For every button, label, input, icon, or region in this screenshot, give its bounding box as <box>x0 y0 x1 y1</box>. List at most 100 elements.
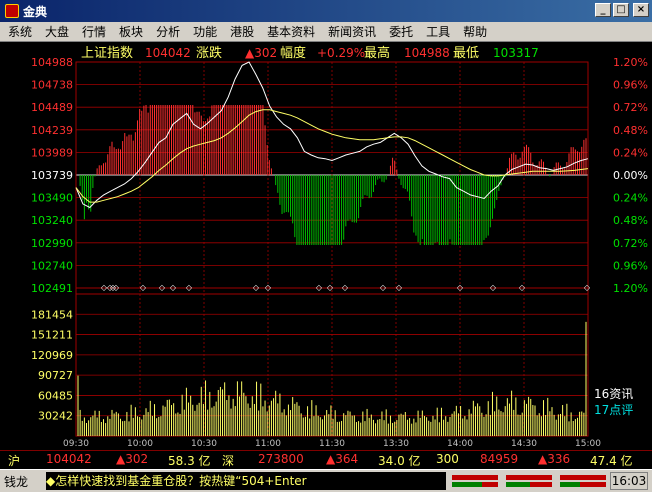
sz-price: 273800 <box>258 452 304 466</box>
time-tick-label: 11:30 <box>319 439 345 449</box>
menu-tools[interactable]: 工具 <box>418 23 455 40</box>
intraday-chart[interactable]: 上证指数 104042 涨跌 ▲302 幅度 +0.29% 最高 104988 … <box>0 42 652 450</box>
price-tick-label: 103989 <box>31 146 73 159</box>
high-label: 最高 <box>364 45 390 61</box>
volume-tick-label: 151211 <box>31 329 73 342</box>
event-marker: ◇ <box>327 283 334 292</box>
news-count[interactable]: 16资讯 <box>594 387 633 401</box>
index-change: ▲302 <box>245 46 277 60</box>
close-button[interactable]: × <box>633 3 649 17</box>
price-tick-label: 104988 <box>31 56 73 69</box>
menu-fundamentals[interactable]: 基本资料 <box>259 23 320 40</box>
menu-news[interactable]: 新闻资讯 <box>320 23 381 40</box>
price-tick-label: 103739 <box>31 169 73 182</box>
event-marker: ◇ <box>159 283 166 292</box>
index-price: 104042 <box>145 46 191 60</box>
event-marker: ◇ <box>457 283 464 292</box>
event-marker: ◇ <box>490 283 497 292</box>
pct-tick-label: 0.24% <box>613 192 648 205</box>
index-low: 103317 <box>493 46 539 60</box>
event-marker: ◇ <box>380 283 387 292</box>
app-icon <box>5 4 19 18</box>
sz-amount: 34.0 亿 <box>378 454 421 468</box>
menu-trade[interactable]: 委托 <box>381 23 418 40</box>
time-tick-label: 14:30 <box>511 439 537 449</box>
menu-market[interactable]: 大盘 <box>37 23 74 40</box>
pct-tick-label: 0.96% <box>613 79 648 92</box>
price-tick-label: 102990 <box>31 237 73 250</box>
event-marker: ◇ <box>316 283 323 292</box>
menu-hk-stocks[interactable]: 港股 <box>222 23 259 40</box>
window-title: 金典 <box>23 4 48 19</box>
change-label: 涨跌 <box>196 45 222 61</box>
time-tick-label: 15:00 <box>575 439 601 449</box>
volume-tick-label: 120969 <box>31 349 73 362</box>
price-tick-label: 103490 <box>31 192 73 205</box>
time-tick-label: 09:30 <box>63 439 89 449</box>
price-tick-label: 102740 <box>31 259 73 272</box>
sh-change: ▲302 <box>116 452 149 466</box>
c300-label: 300 <box>436 452 459 466</box>
sz-label: 深 <box>222 454 235 468</box>
event-marker: ◇ <box>265 283 272 292</box>
low-label: 最低 <box>453 46 479 61</box>
event-marker: ◇ <box>253 283 260 292</box>
event-marker: ◇ <box>519 283 526 292</box>
ticker-row: 钱龙 ◆怎样快速找到基金重仓股？按热键“504+Enter 16:03 <box>0 469 652 492</box>
time-tick-label: 13:30 <box>383 439 409 449</box>
maximize-button[interactable]: □ <box>613 3 629 17</box>
event-marker: ◇ <box>186 283 193 292</box>
pct-tick-label: 0.00% <box>613 169 648 182</box>
c300-price: 84959 <box>480 452 519 466</box>
menu-system[interactable]: 系统 <box>0 23 37 40</box>
pct-tick-label: 0.48% <box>613 214 648 227</box>
c300-amount: 47.4 亿 <box>590 454 633 468</box>
pct-tick-label: 0.72% <box>613 101 648 114</box>
menu-functions[interactable]: 功能 <box>185 23 222 40</box>
pct-tick-label: 1.20% <box>613 56 648 69</box>
title-bar: 金典 _ □ × <box>0 0 652 22</box>
price-tick-label: 103240 <box>31 214 73 227</box>
minimize-button[interactable]: _ <box>595 3 611 17</box>
sh-amount: 58.3 亿 <box>168 454 211 468</box>
price-tick-label: 104239 <box>31 124 73 137</box>
c300-change: ▲336 <box>538 452 571 466</box>
volume-axis-left: 181454 151211 120969 90727 60485 30242 <box>31 308 73 422</box>
time-tick-label: 10:30 <box>191 439 217 449</box>
menu-analysis[interactable]: 分析 <box>148 23 185 40</box>
time-tick-label: 10:00 <box>127 439 153 449</box>
news-ticker[interactable]: ◆怎样快速找到基金重仓股？按热键“504+Enter <box>46 472 446 490</box>
pct-tick-label: 0.24% <box>613 146 648 159</box>
pct-tick-label: 1.20% <box>613 282 648 295</box>
breadth-indicators <box>452 475 606 487</box>
time-axis: 09:30 10:00 10:30 11:00 11:30 13:30 14:00 14:30… <box>63 439 601 449</box>
event-marker: ◇ <box>170 283 177 292</box>
status-row: 沪 104042 ▲302 58.3 亿 深 273800 ▲364 34.0 … <box>0 450 652 469</box>
index-name: 上证指数 <box>81 46 133 61</box>
price-tick-label: 104489 <box>31 101 73 114</box>
ticker-label: 钱龙 <box>4 475 29 489</box>
event-marker: ◇ <box>584 283 591 292</box>
event-marker: ◇ <box>140 283 147 292</box>
pct-axis-right: 1.20% 0.96% 0.72% 0.48% 0.24% 0.00% 0.24% 0.48%… <box>613 56 648 295</box>
volume-tick-label: 60485 <box>38 389 73 402</box>
price-axis-left: 104988 104738 104489 104239 103989 103739 1034… <box>31 56 73 295</box>
menu-sectors[interactable]: 板块 <box>111 23 148 40</box>
chart-header: 上证指数 104042 涨跌 ▲302 幅度 +0.29% 最高 104988 … <box>81 45 539 61</box>
volume-tick-label: 90727 <box>38 369 73 382</box>
pct-tick-label: 0.72% <box>613 237 648 250</box>
time-tick-label: 14:00 <box>447 439 473 449</box>
menu-bar: 系统 大盘 行情 板块 分析 功能 港股 基本资料 新闻资讯 委托 工具 帮助 <box>0 22 652 42</box>
sh-price: 104042 <box>46 452 92 466</box>
price-tick-label: 104738 <box>31 79 73 92</box>
time-tick-label: 11:00 <box>255 439 281 449</box>
clock: 16:03 <box>610 472 648 490</box>
comments-count[interactable]: 17点评 <box>594 403 633 417</box>
sh-label: 沪 <box>8 454 21 468</box>
event-marker: ◇ <box>396 283 403 292</box>
event-marker: ◇ <box>113 283 120 292</box>
event-marker: ◇ <box>342 283 349 292</box>
menu-quotes[interactable]: 行情 <box>74 23 111 40</box>
volume-tick-label: 181454 <box>31 308 73 321</box>
menu-help[interactable]: 帮助 <box>455 23 492 40</box>
